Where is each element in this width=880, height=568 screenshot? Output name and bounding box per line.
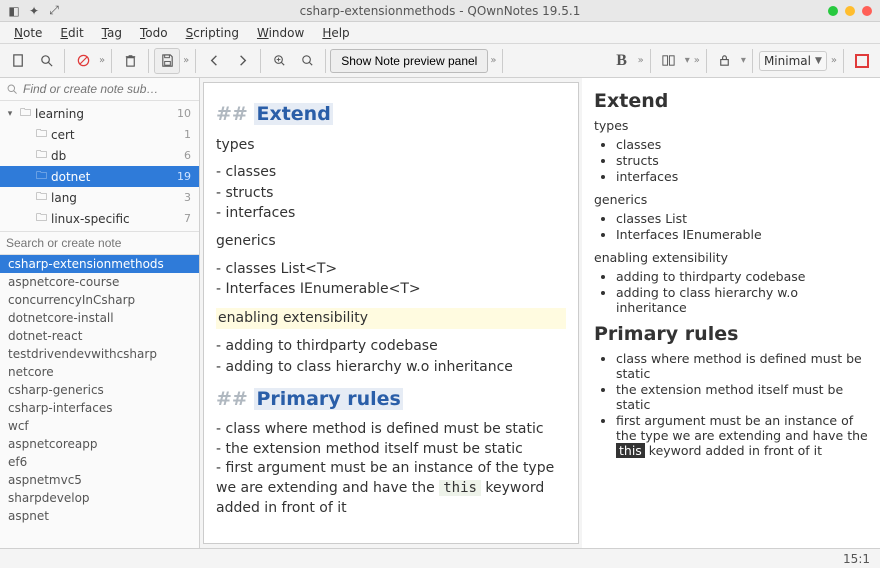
menu-tag[interactable]: Tag bbox=[94, 24, 130, 42]
menu-window[interactable]: Window bbox=[249, 24, 312, 42]
section-label: types bbox=[216, 136, 566, 156]
status-bar: 15:1 bbox=[0, 548, 880, 568]
note-item[interactable]: aspnetcoreapp bbox=[0, 435, 199, 453]
toolbar: » » Show Note preview panel » B » ▾ » ▾ … bbox=[0, 44, 880, 78]
folder-lang[interactable]: 🗀lang3 bbox=[0, 187, 199, 208]
note-search-input[interactable] bbox=[6, 236, 193, 250]
sidebar: ▾🗀learning10🗀cert1🗀db6🗀dotnet19🗀lang3🗀li… bbox=[0, 78, 200, 548]
menu-scripting[interactable]: Scripting bbox=[178, 24, 247, 42]
note-item[interactable]: concurrencyInCsharp bbox=[0, 291, 199, 309]
main-area: ▾🗀learning10🗀cert1🗀db6🗀dotnet19🗀lang3🗀li… bbox=[0, 78, 880, 548]
search-icon bbox=[6, 83, 19, 96]
app-menu-icon[interactable]: ◧ bbox=[8, 5, 20, 17]
editor-pane[interactable]: ## Extend types - classes- structs- inte… bbox=[203, 82, 579, 544]
folder-learning[interactable]: ▾🗀learning10 bbox=[0, 103, 199, 124]
folder-db[interactable]: 🗀db6 bbox=[0, 145, 199, 166]
maximize-button[interactable] bbox=[845, 6, 855, 16]
note-item[interactable]: wcf bbox=[0, 417, 199, 435]
note-item[interactable]: netcore bbox=[0, 363, 199, 381]
overflow-icon[interactable]: » bbox=[694, 55, 700, 66]
style-combo[interactable]: Minimal▼ bbox=[759, 51, 827, 71]
note-item[interactable]: csharp-generics bbox=[0, 381, 199, 399]
window-title: csharp-extensionmethods - QOwnNotes 19.5… bbox=[0, 4, 880, 18]
dropdown-icon[interactable]: ▾ bbox=[685, 55, 690, 66]
preview-heading-2: Primary rules bbox=[594, 323, 868, 345]
preview-pane: Extend types classesstructsinterfaces ge… bbox=[582, 78, 880, 548]
overflow-icon[interactable]: » bbox=[99, 55, 105, 66]
search-button[interactable] bbox=[33, 48, 59, 74]
show-preview-button[interactable]: Show Note preview panel bbox=[330, 49, 488, 73]
title-bar: ◧ ✦ ⤢ csharp-extensionmethods - QOwnNote… bbox=[0, 0, 880, 22]
cursor-position: 15:1 bbox=[843, 552, 870, 566]
dropdown-icon[interactable]: ▾ bbox=[741, 55, 746, 66]
folder-cert[interactable]: 🗀cert1 bbox=[0, 124, 199, 145]
forbid-button[interactable] bbox=[70, 48, 96, 74]
note-item[interactable]: testdrivendevwithcsharp bbox=[0, 345, 199, 363]
preview-section: enabling extensibility bbox=[594, 250, 868, 265]
forward-button[interactable] bbox=[229, 48, 255, 74]
section-label: enabling extensibility bbox=[216, 308, 566, 330]
overflow-icon[interactable]: » bbox=[490, 55, 496, 66]
menu-bar: NoteEditTagTodoScriptingWindowHelp bbox=[0, 22, 880, 44]
window-controls bbox=[828, 6, 872, 16]
note-item[interactable]: sharpdevelop bbox=[0, 489, 199, 507]
delete-button[interactable] bbox=[117, 48, 143, 74]
section-label: generics bbox=[216, 232, 566, 252]
note-search bbox=[0, 232, 199, 255]
close-button[interactable] bbox=[862, 6, 872, 16]
heading-1: ## Extend bbox=[216, 101, 566, 128]
note-list: csharp-extensionmethodsaspnetcore-course… bbox=[0, 255, 199, 548]
minimize-button[interactable] bbox=[828, 6, 838, 16]
back-button[interactable] bbox=[201, 48, 227, 74]
new-note-button[interactable] bbox=[5, 48, 31, 74]
lock-button[interactable] bbox=[712, 48, 738, 74]
overflow-icon[interactable]: » bbox=[638, 55, 644, 66]
menu-todo[interactable]: Todo bbox=[132, 24, 176, 42]
menu-note[interactable]: Note bbox=[6, 24, 50, 42]
note-item[interactable]: csharp-interfaces bbox=[0, 399, 199, 417]
zoom-reset-button[interactable] bbox=[294, 48, 320, 74]
save-button[interactable] bbox=[154, 48, 180, 74]
preview-section: generics bbox=[594, 192, 868, 207]
note-item[interactable]: dotnetcore-install bbox=[0, 309, 199, 327]
pin-icon[interactable]: ✦ bbox=[28, 5, 40, 17]
folder-search bbox=[0, 78, 199, 101]
folder-linux-specific[interactable]: 🗀linux-specific7 bbox=[0, 208, 199, 229]
menu-edit[interactable]: Edit bbox=[52, 24, 91, 42]
menu-help[interactable]: Help bbox=[314, 24, 357, 42]
folder-tree: ▾🗀learning10🗀cert1🗀db6🗀dotnet19🗀lang3🗀li… bbox=[0, 101, 199, 232]
note-item[interactable]: ef6 bbox=[0, 453, 199, 471]
note-item[interactable]: aspnetmvc5 bbox=[0, 471, 199, 489]
heading-2: ## Primary rules bbox=[216, 386, 566, 413]
distraction-free-button[interactable] bbox=[849, 48, 875, 74]
editor-paragraph: - class where method is defined must be … bbox=[216, 420, 566, 518]
bold-button[interactable]: B bbox=[609, 48, 635, 74]
overflow-icon[interactable]: » bbox=[831, 55, 837, 66]
zoom-in-button[interactable] bbox=[266, 48, 292, 74]
preview-section: types bbox=[594, 118, 868, 133]
note-item[interactable]: dotnet-react bbox=[0, 327, 199, 345]
overflow-icon[interactable]: » bbox=[183, 55, 189, 66]
layout-button[interactable] bbox=[656, 48, 682, 74]
folder-search-input[interactable] bbox=[23, 82, 193, 96]
note-item[interactable]: csharp-extensionmethods bbox=[0, 255, 199, 273]
folder-dotnet[interactable]: 🗀dotnet19 bbox=[0, 166, 199, 187]
note-item[interactable]: aspnetcore-course bbox=[0, 273, 199, 291]
fullscreen-icon[interactable]: ⤢ bbox=[48, 5, 60, 17]
note-item[interactable]: aspnet bbox=[0, 507, 199, 525]
preview-heading-1: Extend bbox=[594, 90, 868, 112]
